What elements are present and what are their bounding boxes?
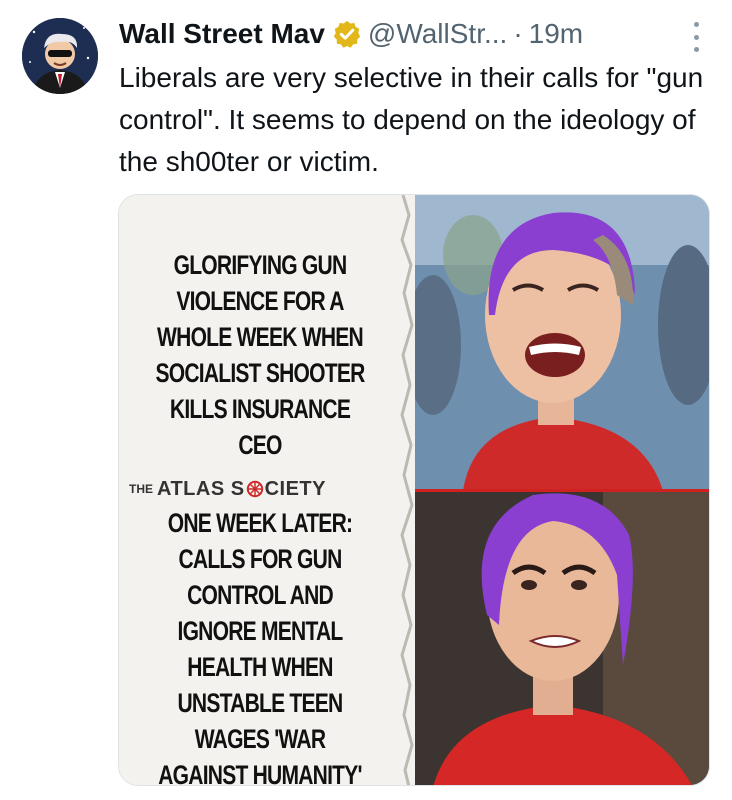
atlas-society-logo: THE ATLAS S CIETY [129, 476, 339, 502]
logo-name-part1: ATLAS S [157, 477, 245, 500]
timestamp[interactable]: 19m [529, 18, 583, 50]
avatar-image [22, 18, 98, 94]
photo-collage [403, 195, 709, 785]
logo-name-part2: CIETY [264, 477, 326, 500]
headline-top: GLORIFYING GUN VIOLENCE FOR A WHOLE WEEK… [155, 250, 365, 460]
headline-bottom: ONE WEEK LATER: CALLS FOR GUN CONTROL AN… [158, 508, 362, 786]
separator-dot: · [513, 18, 523, 49]
avatar[interactable] [22, 18, 98, 94]
atlas-globe-icon [246, 480, 263, 498]
more-vertical-icon[interactable] [686, 22, 706, 52]
tweet-header: Wall Street Mav @WallStr... · 19m [119, 14, 583, 54]
verified-badge-icon[interactable] [332, 19, 362, 49]
logo-prefix: THE [129, 482, 153, 496]
tweet-media[interactable]: GLORIFYING GUN VIOLENCE FOR A WHOLE WEEK… [118, 194, 710, 786]
tweet-text: Liberals are very selective in their cal… [119, 62, 704, 177]
display-name[interactable]: Wall Street Mav [119, 18, 325, 50]
handle[interactable]: @WallStr... [368, 18, 507, 50]
